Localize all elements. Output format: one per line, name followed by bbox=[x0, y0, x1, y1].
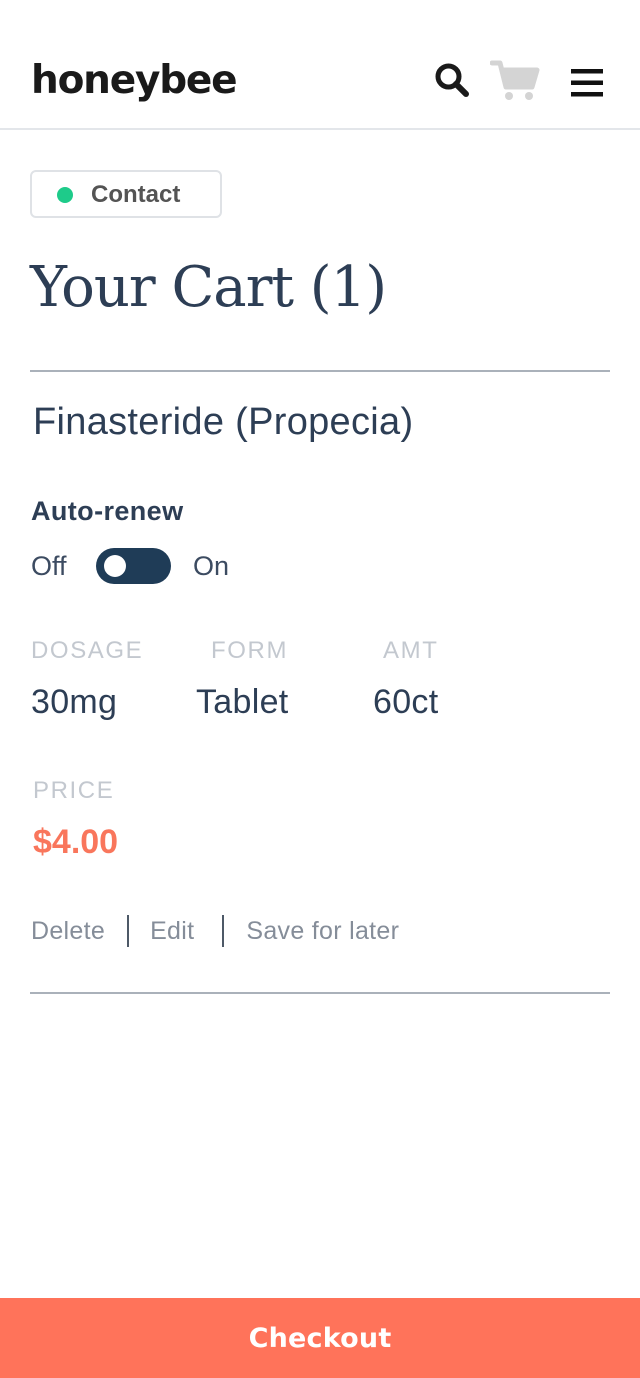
amount-label: AMT bbox=[383, 637, 439, 664]
price-value: $4.00 bbox=[33, 823, 119, 861]
product-name: Finasteride (Propecia) bbox=[33, 401, 414, 443]
cart-divider-bottom bbox=[30, 992, 610, 994]
auto-renew-toggle[interactable] bbox=[96, 548, 171, 584]
site-header: honeybee bbox=[0, 0, 640, 130]
toggle-knob bbox=[104, 555, 126, 577]
cart-icon bbox=[489, 60, 540, 100]
delete-link[interactable]: Delete bbox=[31, 914, 105, 948]
edit-link[interactable]: Edit bbox=[150, 914, 194, 948]
save-for-later-link[interactable]: Save for later bbox=[246, 914, 399, 948]
checkout-label: Checkout bbox=[248, 1322, 392, 1354]
cart-divider-top bbox=[30, 370, 610, 372]
honeybee-logo[interactable]: honeybee bbox=[31, 58, 238, 104]
cart-page: honeybee Contact Your Cart (1) Finasteri… bbox=[0, 0, 640, 1378]
toggle-on-label: On bbox=[193, 551, 230, 581]
auto-renew-label: Auto-renew bbox=[31, 496, 184, 526]
cart-button[interactable] bbox=[489, 60, 540, 102]
checkout-button[interactable]: Checkout bbox=[0, 1298, 640, 1378]
contact-label: Contact bbox=[91, 181, 181, 208]
search-icon bbox=[435, 63, 469, 97]
action-separator bbox=[127, 915, 130, 947]
menu-button[interactable] bbox=[570, 68, 604, 98]
price-label: PRICE bbox=[33, 777, 115, 804]
form-label: FORM bbox=[211, 637, 289, 664]
dosage-label: DOSAGE bbox=[31, 637, 144, 664]
toggle-off-label: Off bbox=[31, 551, 67, 581]
search-button[interactable] bbox=[434, 62, 470, 98]
dosage-value: 30mg bbox=[31, 683, 118, 721]
contact-button[interactable]: Contact bbox=[30, 170, 222, 218]
amount-value: 60ct bbox=[373, 683, 439, 721]
item-actions: Delete Edit Save for later bbox=[31, 914, 399, 948]
form-value: Tablet bbox=[196, 683, 289, 721]
action-separator bbox=[222, 915, 225, 947]
online-status-dot-icon bbox=[57, 187, 73, 203]
hamburger-menu-icon bbox=[571, 69, 603, 97]
page-title: Your Cart (1) bbox=[30, 255, 387, 320]
